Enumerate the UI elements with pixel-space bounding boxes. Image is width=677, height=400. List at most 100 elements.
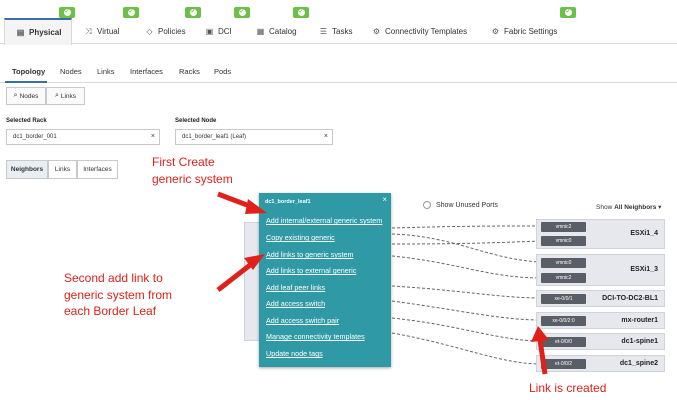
annotation-line: generic system from xyxy=(64,287,173,302)
port-badge[interactable]: xe-0/0/2:0 xyxy=(541,316,586,326)
check-badge-icon: ✓ xyxy=(59,7,75,18)
close-icon[interactable]: × xyxy=(382,195,387,204)
caret-down-icon: ▾ xyxy=(658,204,662,211)
check-badge-icon: ✓ xyxy=(185,7,201,18)
subtab-nodes[interactable]: Nodes xyxy=(60,67,82,76)
toggle-label: Show Unused Ports xyxy=(436,201,498,209)
check-badge-icon: ✓ xyxy=(234,7,250,18)
selected-node-select[interactable]: dc1_border_leaf1 (Leaf) × xyxy=(175,129,333,145)
neighbor-name: mx-router1 xyxy=(621,317,658,324)
tab-catalog[interactable]: ▦ Catalog xyxy=(255,19,297,44)
tab-label: Policies xyxy=(158,27,186,36)
tab-label: Physical xyxy=(29,28,62,37)
link-line xyxy=(391,255,542,279)
settings-icon: ⚙ xyxy=(491,27,500,36)
annotation-link-created: Link is created xyxy=(529,381,607,395)
calendar-icon: ▦ xyxy=(256,27,265,36)
tab-connectivity-templates[interactable]: ⚙ Connectivity Templates xyxy=(371,19,467,44)
neighbor-name: dc1_spine2 xyxy=(619,360,658,367)
menu-item-add-links-to-generic[interactable]: Add links to generic system xyxy=(266,250,354,259)
tab-policies[interactable]: ◇ Policies xyxy=(144,19,186,44)
link-line xyxy=(391,240,542,245)
selected-rack-label: Selected Rack xyxy=(6,118,47,124)
tab-physical[interactable]: ▤ Physical xyxy=(4,18,73,45)
menu-item-add-links-to-external-generic[interactable]: Add links to external generic xyxy=(266,266,356,275)
tab-label: Catalog xyxy=(269,27,297,36)
link-line xyxy=(391,225,542,229)
link-line xyxy=(391,317,542,342)
annotation-first-step: First Create generic system xyxy=(152,154,233,187)
menu-title: dc1_border_leaf1 xyxy=(265,199,311,205)
top-tab-bar: ✓ ✓ ✓ ✓ ✓ ✓ ▤ Physical ⤨ Virtual ◇ Polic… xyxy=(0,0,677,45)
selected-node-value: dc1_border_leaf1 (Leaf) xyxy=(182,134,247,140)
port-badge[interactable]: vmnic2 xyxy=(541,273,586,283)
sub-tab-bar: Topology Nodes Links Interfaces Racks Po… xyxy=(0,62,677,83)
subtab-topology[interactable]: Topology xyxy=(12,67,45,76)
subtab-interfaces[interactable]: Interfaces xyxy=(130,67,163,76)
selected-node-label: Selected Node xyxy=(175,118,217,124)
links-view-button[interactable]: ⌕ Links xyxy=(46,87,85,105)
port-badge[interactable]: vmnic0 xyxy=(541,236,586,246)
link-line xyxy=(391,300,542,321)
neighbor-name: dc1-spine1 xyxy=(621,338,658,345)
tab-fabric-settings[interactable]: ⚙ Fabric Settings xyxy=(490,19,557,44)
button-label: Links xyxy=(60,92,77,100)
tab-label: DCI xyxy=(218,27,232,36)
toggle-icon xyxy=(423,201,431,209)
neighbor-name: DCI-TO-DC2-BL1 xyxy=(602,295,658,302)
subtab-pods[interactable]: Pods xyxy=(214,67,231,76)
network-icon: ⚙ xyxy=(372,27,381,36)
active-tab-underline xyxy=(5,81,47,83)
clear-icon[interactable]: × xyxy=(324,133,328,140)
show-unused-ports-toggle[interactable]: Show Unused Ports xyxy=(423,201,498,209)
shield-icon: ◇ xyxy=(146,27,153,36)
menu-item-add-access-switch[interactable]: Add access switch xyxy=(266,299,325,308)
tab-dci[interactable]: ▣ DCI xyxy=(204,19,232,44)
selected-rack-select[interactable]: dc1_border_001 × xyxy=(6,129,160,145)
segment-neighbors[interactable]: Neighbors xyxy=(6,160,48,179)
menu-item-add-leaf-peer-links[interactable]: Add leaf peer links xyxy=(266,283,325,292)
port-badge[interactable]: vmnic2 xyxy=(541,222,586,232)
menu-item-update-node-tags[interactable]: Update node tags xyxy=(266,349,323,358)
subtab-racks[interactable]: Racks xyxy=(179,67,200,76)
subtab-links[interactable]: Links xyxy=(97,67,115,76)
nodes-view-button[interactable]: ⌕ Nodes xyxy=(6,87,46,105)
port-badge[interactable]: xe-0/0/1 xyxy=(541,294,586,304)
annotation-second-step: Second add link to generic system from e… xyxy=(64,270,172,320)
segment-links[interactable]: Links xyxy=(48,160,77,179)
port-badge[interactable]: vmnic0 xyxy=(541,258,586,268)
port-badge[interactable]: et-0/0/0 xyxy=(541,337,586,347)
neighbor-name: ESXi1_3 xyxy=(630,266,658,273)
search-icon: ⌕ xyxy=(13,92,18,99)
shuffle-icon: ⤨ xyxy=(85,26,92,36)
menu-item-add-access-switch-pair[interactable]: Add access switch pair xyxy=(266,316,339,325)
link-line xyxy=(391,332,542,365)
annotation-line: Second add link to xyxy=(64,271,163,285)
tab-virtual[interactable]: ⤨ Virtual xyxy=(83,19,120,44)
menu-item-copy-existing-generic[interactable]: Copy existing generic xyxy=(266,233,335,242)
neighbor-name: ESXi1_4 xyxy=(630,230,658,237)
list-icon: ☰ xyxy=(319,27,328,36)
annotation-line: each Border Leaf xyxy=(64,304,157,318)
tab-label: Connectivity Templates xyxy=(385,27,468,36)
clear-icon[interactable]: × xyxy=(151,133,155,140)
dropdown-value: All Neighbors xyxy=(614,204,657,211)
menu-item-manage-connectivity-templates[interactable]: Manage connectivity templates xyxy=(266,332,365,341)
check-badge-icon: ✓ xyxy=(560,7,576,18)
camera-icon: ▣ xyxy=(205,27,214,36)
port-badge[interactable]: et-0/0/2 xyxy=(541,359,586,369)
link-line xyxy=(391,233,542,263)
show-neighbors-dropdown[interactable]: Show All Neighbors ▾ xyxy=(596,203,661,211)
tab-label: Virtual xyxy=(97,27,120,36)
tab-tasks[interactable]: ☰ Tasks xyxy=(318,19,353,44)
button-label: Nodes xyxy=(19,92,39,100)
menu-item-add-generic-system[interactable]: Add internal/external generic system xyxy=(266,216,382,225)
server-icon: ▤ xyxy=(16,28,25,37)
check-badge-icon: ✓ xyxy=(123,7,139,18)
segment-interfaces[interactable]: Interfaces xyxy=(77,160,118,179)
search-icon: ⌕ xyxy=(54,92,59,99)
annotation-line: generic system xyxy=(152,171,233,186)
dropdown-prefix: Show xyxy=(596,204,613,211)
annotation-line: First Create xyxy=(152,155,215,169)
node-context-menu: dc1_border_leaf1 × Add internal/external… xyxy=(259,193,391,367)
